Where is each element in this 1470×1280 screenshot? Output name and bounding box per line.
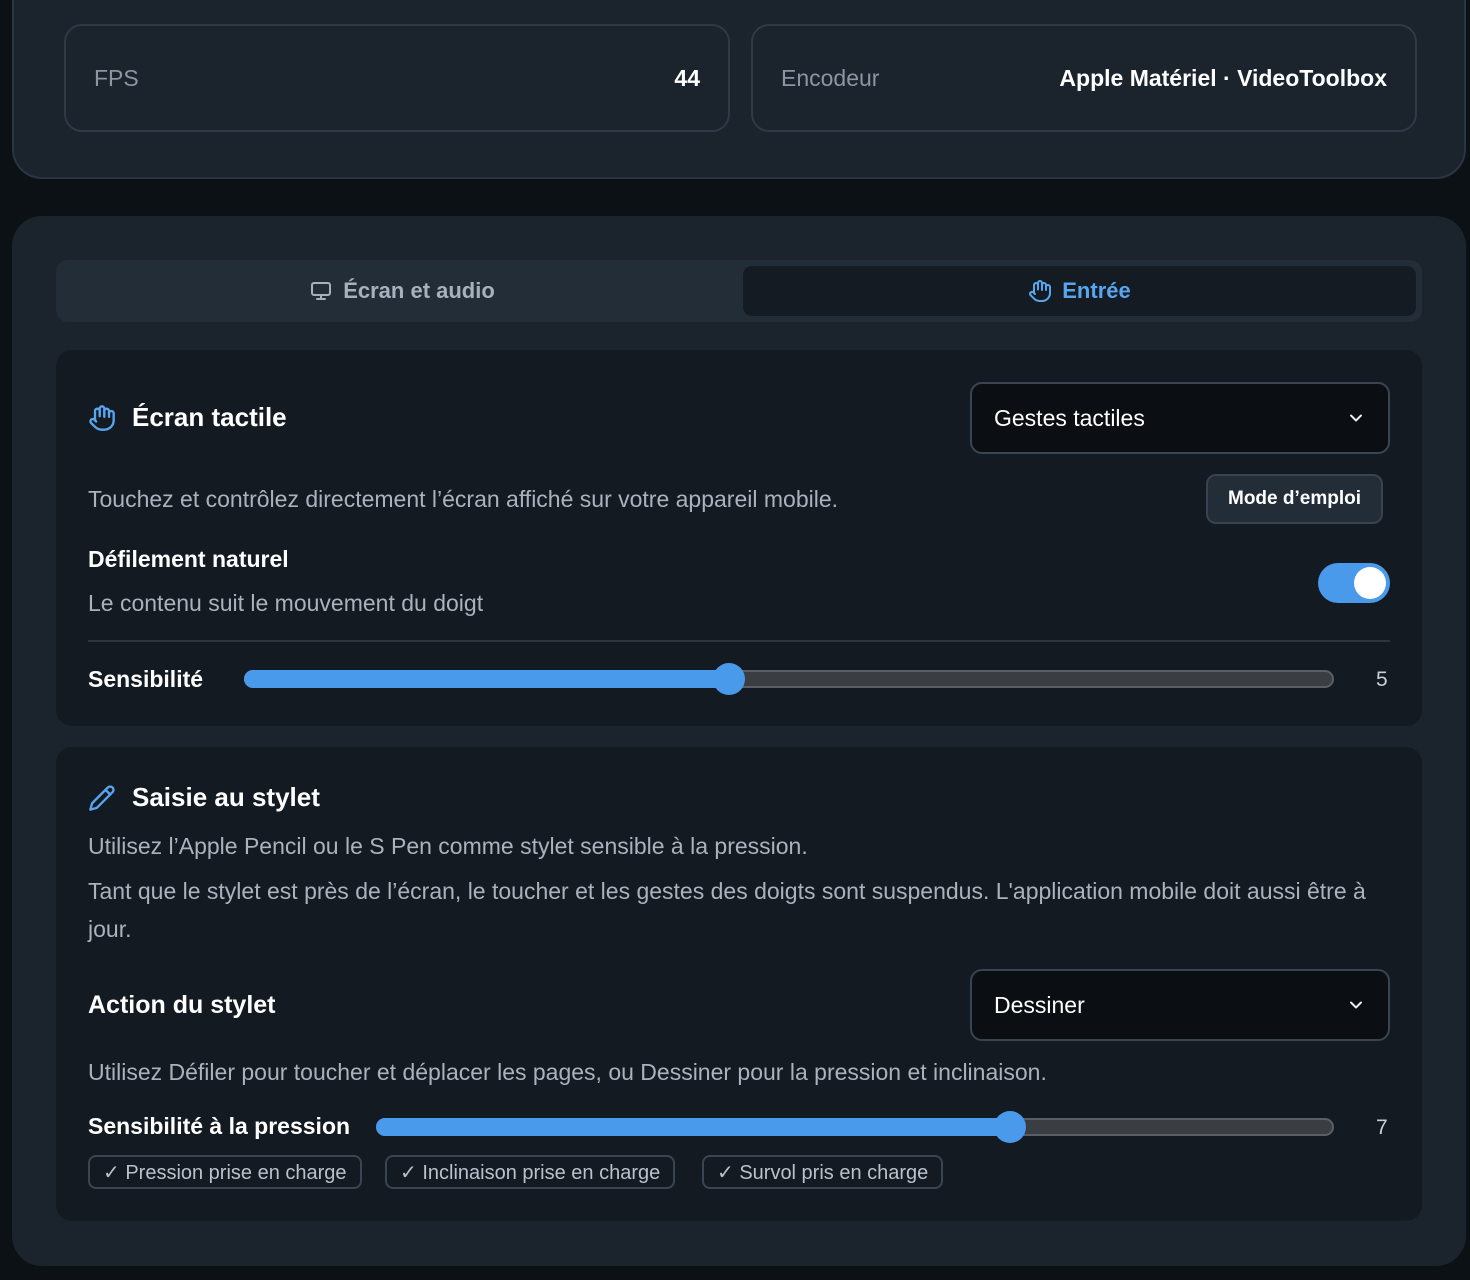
stats-card: FPS 44 Encodeur Apple Matériel · VideoTo… (12, 0, 1466, 179)
pressure-value: 7 (1376, 1116, 1388, 1139)
tab-input[interactable]: Entrée (743, 266, 1416, 316)
tab-screen-audio[interactable]: Écran et audio (62, 266, 742, 316)
chip-pressure: ✓ Pression prise en charge (88, 1155, 362, 1189)
touch-description: Touchez et contrôlez directement l’écran… (88, 486, 839, 512)
stylus-section: Saisie au stylet Utilisez l’Apple Pencil… (56, 747, 1422, 1221)
stylus-action-select[interactable]: Dessiner (970, 969, 1390, 1041)
hand-icon (1029, 280, 1052, 302)
section-title-text: Saisie au stylet (132, 782, 320, 812)
toggle-knob (1354, 567, 1386, 599)
touch-section: Écran tactile Gestes tactiles Touchez et… (56, 350, 1422, 726)
section-title-text: Écran tactile (132, 402, 287, 432)
hand-icon (89, 404, 115, 431)
encoder-value: Apple Matériel · VideoToolbox (1059, 64, 1387, 91)
natural-scroll-description: Le contenu suit le mouvement du doigt (88, 590, 484, 616)
chip-tilt: ✓ Inclinaison prise en charge (385, 1155, 676, 1189)
select-value: Gestes tactiles (994, 404, 1145, 431)
fps-label: FPS (94, 64, 139, 91)
fps-value: 44 (674, 64, 700, 91)
stylus-description: Utilisez l’Apple Pencil ou le S Pen comm… (88, 833, 808, 859)
slider-fill (244, 670, 730, 688)
pencil-icon (89, 784, 115, 811)
select-value: Dessiner (994, 991, 1085, 1018)
natural-scroll-label: Défilement naturel (88, 546, 289, 572)
tab-label: Écran et audio (343, 278, 495, 303)
help-button[interactable]: Mode d’emploi (1206, 474, 1383, 524)
sensitivity-value: 5 (1376, 668, 1388, 691)
settings-card: Écran et audio Entrée Écran tactile Gest… (12, 216, 1466, 1266)
sensitivity-label: Sensibilité (88, 666, 204, 692)
divider (88, 640, 1390, 642)
tab-bar: Écran et audio Entrée (56, 260, 1422, 322)
fps-stat: FPS 44 (64, 24, 730, 132)
stylus-action-label: Action du stylet (88, 991, 276, 1019)
tab-label: Entrée (1062, 278, 1131, 303)
encoder-label: Encodeur (781, 64, 880, 91)
slider-fill (376, 1118, 1010, 1136)
encoder-stat: Encodeur Apple Matériel · VideoToolbox (751, 24, 1417, 132)
touch-section-title: Écran tactile (88, 402, 287, 433)
chevron-down-icon (1350, 1001, 1362, 1009)
chevron-down-icon (1350, 414, 1362, 422)
sensitivity-slider[interactable] (244, 663, 1334, 695)
capability-chips: ✓ Pression prise en charge ✓ Inclinaison… (88, 1155, 1088, 1189)
slider-thumb[interactable] (713, 663, 746, 695)
chip-hover: ✓ Survol pris en charge (702, 1155, 944, 1189)
pressure-slider[interactable] (376, 1111, 1334, 1143)
stylus-section-title: Saisie au stylet (88, 782, 320, 813)
monitor-icon (311, 282, 332, 300)
natural-scroll-toggle[interactable] (1318, 563, 1390, 603)
touch-mode-select[interactable]: Gestes tactiles (970, 382, 1390, 454)
pressure-label: Sensibilité à la pression (88, 1113, 351, 1139)
stylus-action-description: Utilisez Défiler pour toucher et déplace… (88, 1059, 1047, 1085)
stylus-note: Tant que le stylet est près de l’écran, … (88, 878, 1366, 942)
slider-thumb[interactable] (993, 1111, 1026, 1143)
